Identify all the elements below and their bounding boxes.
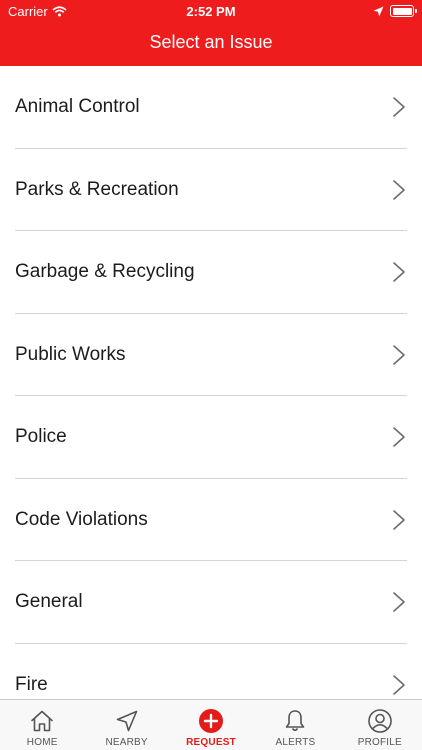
location-services-icon bbox=[373, 6, 384, 16]
chevron-right-icon bbox=[393, 262, 405, 283]
chevron-right-icon bbox=[393, 674, 405, 695]
chevron-right-icon bbox=[393, 509, 405, 530]
chevron-right-icon bbox=[393, 427, 405, 448]
page-title: Select an Issue bbox=[149, 32, 273, 52]
issue-row-general[interactable]: General bbox=[0, 561, 422, 644]
home-icon bbox=[31, 710, 54, 732]
issue-label: Public Works bbox=[15, 343, 126, 365]
tab-alerts[interactable]: ALERTS bbox=[253, 700, 337, 750]
issue-row-animal-control[interactable]: Animal Control bbox=[0, 66, 422, 149]
tab-label: PROFILE bbox=[357, 737, 402, 748]
battery-fill bbox=[392, 7, 412, 15]
issue-label: Fire bbox=[15, 673, 48, 695]
issue-row-garbage-recycling[interactable]: Garbage & Recycling bbox=[0, 231, 422, 314]
tab-request[interactable]: REQUEST bbox=[169, 700, 253, 750]
tab-label: HOME bbox=[26, 737, 58, 748]
issue-row-code-violations[interactable]: Code Violations bbox=[0, 479, 422, 561]
plus-circle-icon bbox=[199, 709, 224, 733]
issue-label: Garbage & Recycling bbox=[15, 261, 195, 283]
issue-label: Police bbox=[15, 426, 67, 448]
tab-nearby[interactable]: NEARBY bbox=[84, 700, 168, 750]
chevron-right-icon bbox=[393, 179, 405, 200]
issue-list: Animal Control Parks & Recreation Garbage … bbox=[0, 66, 422, 700]
issue-row-fire[interactable]: Fire bbox=[0, 644, 422, 701]
tab-home[interactable]: HOME bbox=[0, 700, 84, 750]
tab-label: NEARBY bbox=[105, 737, 148, 748]
issue-label: Parks & Recreation bbox=[15, 178, 179, 200]
location-arrow-icon bbox=[116, 710, 137, 732]
tab-label: ALERTS bbox=[275, 737, 316, 748]
top-bar: Carrier 2:52 PM Select an Issue bbox=[0, 0, 422, 66]
user-icon bbox=[368, 709, 392, 733]
chevron-right-icon bbox=[393, 344, 405, 365]
issue-row-public-works[interactable]: Public Works bbox=[0, 314, 422, 396]
status-right bbox=[373, 5, 417, 17]
tab-label: REQUEST bbox=[186, 737, 236, 748]
chevron-right-icon bbox=[393, 592, 405, 613]
status-time: 2:52 PM bbox=[186, 4, 236, 19]
issue-label: General bbox=[15, 591, 83, 613]
issue-row-parks-recreation[interactable]: Parks & Recreation bbox=[0, 149, 422, 231]
tab-profile[interactable]: PROFILE bbox=[338, 700, 422, 750]
issue-row-police[interactable]: Police bbox=[0, 396, 422, 479]
bell-icon bbox=[286, 710, 305, 732]
issue-label: Code Violations bbox=[15, 508, 148, 530]
status-bar: Carrier 2:52 PM bbox=[0, 0, 422, 24]
issue-label: Animal Control bbox=[15, 96, 140, 118]
chevron-right-icon bbox=[393, 97, 405, 118]
battery-icon bbox=[390, 5, 417, 17]
tab-bar: HOME NEARBY REQUEST ALERTS PROFILE bbox=[0, 699, 422, 750]
